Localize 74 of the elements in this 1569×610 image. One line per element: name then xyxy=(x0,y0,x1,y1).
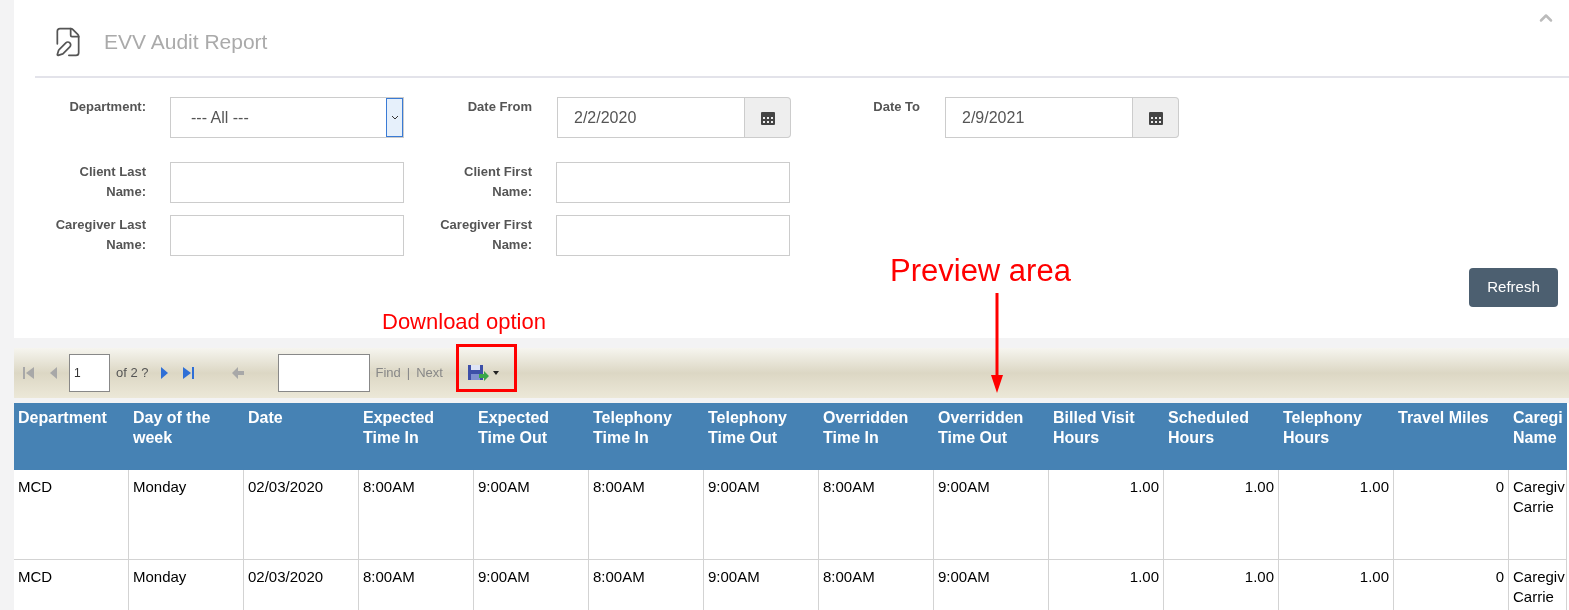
table-cell: 9:00AM xyxy=(704,560,819,610)
chevron-down-icon xyxy=(390,114,399,121)
text-field[interactable] xyxy=(556,215,790,256)
column-header: Telephony Time In xyxy=(589,403,704,470)
column-header: Expected Time Out xyxy=(474,403,589,470)
column-header: Overridden Time In xyxy=(819,403,934,470)
column-header: Day of the week xyxy=(129,403,244,470)
table-cell: 02/03/2020 xyxy=(244,560,359,610)
calendar-icon xyxy=(1147,109,1164,126)
caret-icon xyxy=(492,371,499,375)
table-cell: 8:00AM xyxy=(359,560,474,610)
calendar-icon xyxy=(759,109,776,126)
table-cell: 0 xyxy=(1394,470,1509,560)
field-label: Caregiver First Name: xyxy=(439,216,532,254)
page-count: of 2 ? xyxy=(116,364,149,383)
text-field[interactable] xyxy=(170,162,404,203)
table-cell: 1.00 xyxy=(1279,470,1394,560)
column-header: Telephony Time Out xyxy=(704,403,819,470)
table-cell: MCD xyxy=(14,560,129,610)
highlight-box xyxy=(456,344,517,392)
table-cell: 1.00 xyxy=(1049,470,1164,560)
table-cell: Monday xyxy=(129,560,244,610)
calendar-button[interactable] xyxy=(745,97,791,138)
column-header: Telephony Hours xyxy=(1279,403,1394,470)
report-title: EVV Audit Report xyxy=(104,29,268,56)
field-label: Client Last Name: xyxy=(78,163,146,201)
table-cell: 9:00AM xyxy=(934,560,1049,610)
table-cell: 0 xyxy=(1394,560,1509,610)
select-caret[interactable] xyxy=(386,98,403,137)
column-header: Scheduled Hours xyxy=(1164,403,1279,470)
date-field[interactable]: 2/2/2020 xyxy=(557,97,745,138)
date-field[interactable]: 2/9/2021 xyxy=(945,97,1133,138)
table-cell: 9:00AM xyxy=(474,470,589,560)
department-select[interactable]: --- All --- xyxy=(170,97,404,138)
page-number-field[interactable]: 1 xyxy=(69,354,110,392)
table-cell: 9:00AM xyxy=(934,470,1049,560)
table-cell: 9:00AM xyxy=(704,470,819,560)
table-cell: 02/03/2020 xyxy=(244,470,359,560)
table-cell: 1.00 xyxy=(1164,470,1279,560)
table-cell: 1.00 xyxy=(1279,560,1394,610)
column-header: Department xyxy=(14,403,129,470)
field-label: Date From xyxy=(466,98,532,116)
field-label: Date To xyxy=(872,98,920,116)
annotation-label: Download option xyxy=(382,308,546,336)
field-label: Caregiver Last Name: xyxy=(54,216,146,254)
table-cell: Monday xyxy=(129,470,244,560)
separator: | xyxy=(406,364,411,383)
find-field[interactable] xyxy=(277,354,370,392)
table-cell: 8:00AM xyxy=(819,470,934,560)
table-cell: 8:00AM xyxy=(359,470,474,560)
annotation-label: Preview area xyxy=(890,252,1071,290)
text-field[interactable] xyxy=(170,215,404,256)
field-label: Client First Name: xyxy=(463,163,532,201)
column-header: Caregi Name xyxy=(1509,403,1567,470)
table-cell: 9:00AM xyxy=(474,560,589,610)
table-cell: 1.00 xyxy=(1164,560,1279,610)
table-cell: Caregiv Carrie xyxy=(1509,560,1567,610)
field-label: Department: xyxy=(68,98,146,116)
column-header: Overridden Time Out xyxy=(934,403,1049,470)
select-value: --- All --- xyxy=(190,107,250,128)
column-header: Billed Visit Hours xyxy=(1049,403,1164,470)
column-header: Expected Time In xyxy=(359,403,474,470)
calendar-button[interactable] xyxy=(1133,97,1179,138)
column-header: Travel Miles xyxy=(1394,403,1509,470)
refresh-button[interactable]: Refresh xyxy=(1469,268,1558,307)
table-cell: MCD xyxy=(14,470,129,560)
table-cell: 8:00AM xyxy=(819,560,934,610)
text-field[interactable] xyxy=(556,162,790,203)
column-header: Date xyxy=(244,403,359,470)
save-icon xyxy=(466,364,489,382)
table-cell: 8:00AM xyxy=(589,560,704,610)
table-cell: 1.00 xyxy=(1049,560,1164,610)
table-cell: Caregiv Carrie xyxy=(1509,470,1567,560)
table-cell: 8:00AM xyxy=(589,470,704,560)
